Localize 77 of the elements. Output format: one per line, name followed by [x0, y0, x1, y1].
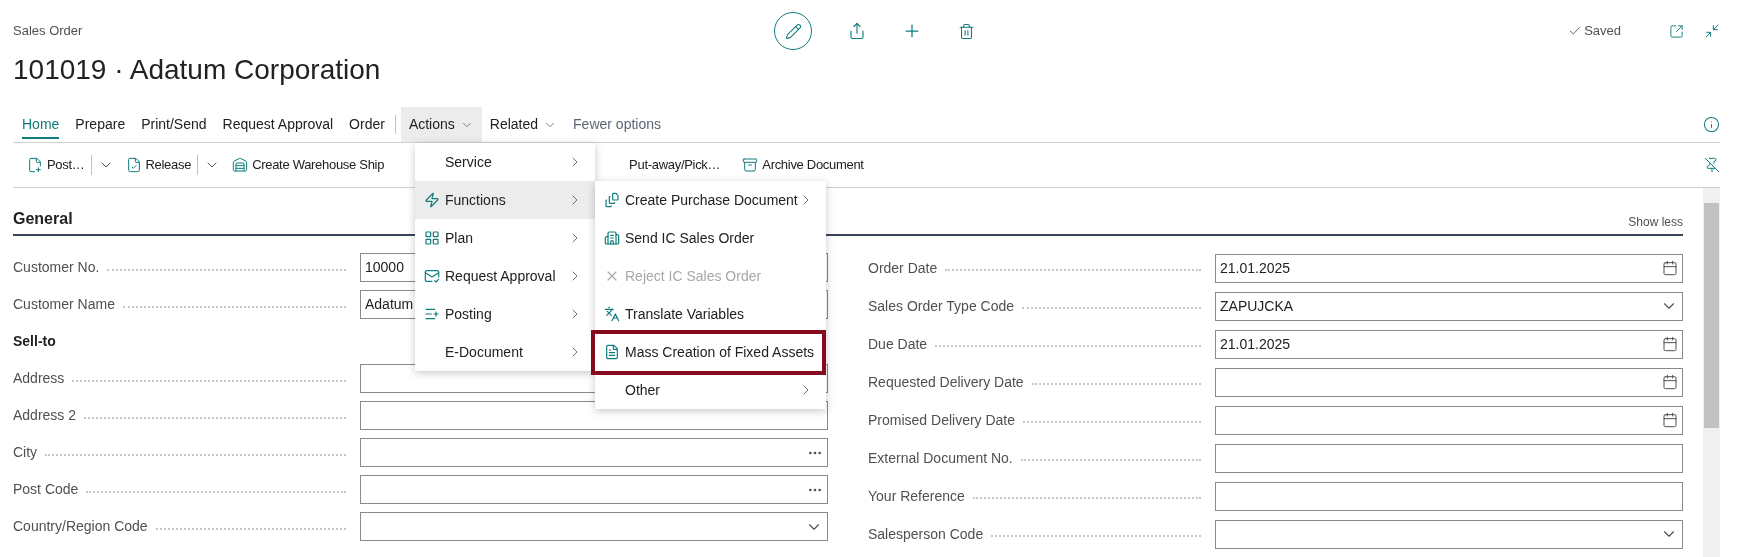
grid-icon	[424, 230, 440, 246]
calendar-icon[interactable]	[1662, 336, 1678, 352]
menu-item[interactable]: Plan	[415, 219, 595, 257]
input-field[interactable]	[1215, 519, 1683, 549]
field-label: Order Date	[868, 258, 939, 278]
input-field[interactable]	[360, 438, 828, 467]
pencil-icon	[784, 22, 802, 40]
toolbar-button[interactable]: Put-away/Pick…	[629, 155, 721, 175]
section-title: General	[13, 209, 73, 229]
share-icon[interactable]	[848, 22, 866, 40]
input-field[interactable]: ZAPUJCKA	[1215, 291, 1683, 321]
unpin-icon[interactable]	[1704, 157, 1720, 173]
warehouse-icon	[232, 157, 249, 173]
menu-item[interactable]: Service	[415, 143, 595, 181]
field-label: Requested Delivery Date	[868, 372, 1025, 392]
lightning-icon	[424, 192, 440, 208]
document-stack-icon	[604, 192, 620, 208]
nav-menu[interactable]: Related	[481, 107, 566, 142]
save-status: Saved	[1584, 22, 1621, 41]
input-field[interactable]	[1215, 367, 1683, 397]
menu-item[interactable]: Request Approval	[415, 257, 595, 295]
fewer-options-link[interactable]: Fewer options	[565, 107, 669, 142]
nav-tab[interactable]: Home	[22, 112, 60, 139]
field-label: City	[13, 443, 39, 462]
document-plus-icon	[27, 157, 43, 173]
field-label: Country/Region Code	[13, 517, 149, 536]
field-label: Address	[13, 369, 66, 388]
field-label: Your Reference	[868, 486, 966, 506]
document-icon	[604, 344, 620, 360]
document-check-icon	[125, 157, 142, 173]
nav-tab[interactable]: Prepare	[75, 107, 126, 142]
field-label: Sales Order Type Code	[868, 296, 1016, 316]
show-less-link[interactable]: Show less	[1628, 213, 1683, 231]
input-field[interactable]	[1215, 443, 1683, 473]
field-label: Customer Name	[13, 295, 116, 314]
toolbar-button[interactable]: Release	[125, 155, 192, 175]
menu-item[interactable]: Create Purchase Document	[595, 181, 826, 219]
calendar-icon[interactable]	[1662, 260, 1678, 276]
delete-icon[interactable]	[958, 22, 975, 40]
input-field[interactable]	[1215, 481, 1683, 511]
field-label: Due Date	[868, 334, 929, 354]
menu-item[interactable]: Functions	[415, 181, 595, 219]
nav-tab[interactable]: Order	[349, 107, 385, 142]
archive-icon	[742, 157, 759, 173]
menu-item[interactable]: Mass Creation of Fixed Assets	[591, 329, 826, 375]
mail-check-icon	[424, 268, 440, 284]
scrollbar[interactable]	[1703, 188, 1720, 557]
building-icon	[604, 230, 620, 246]
input-field[interactable]	[360, 512, 828, 541]
nav-tab[interactable]: Print/Send	[141, 107, 207, 142]
input-field[interactable]	[360, 475, 828, 504]
field-label: External Document No.	[868, 448, 1014, 468]
subsection-heading: Sell-to	[13, 332, 56, 351]
menu-item[interactable]: Send IC Sales Order	[595, 219, 826, 257]
translate-icon	[604, 306, 620, 322]
nav-menu[interactable]: Actions	[400, 107, 482, 142]
input-field[interactable]: 21.01.2025	[1215, 329, 1683, 359]
calendar-icon[interactable]	[1662, 374, 1678, 390]
field-label: Promised Delivery Date	[868, 410, 1017, 430]
input-field[interactable]	[1215, 405, 1683, 435]
field-label: Customer No.	[13, 258, 101, 277]
open-new-window-icon[interactable]	[1669, 23, 1684, 39]
page-title: 101019 · Adatum Corporation	[13, 53, 381, 87]
info-icon[interactable]	[1703, 116, 1720, 133]
field-label: Address 2	[13, 406, 78, 425]
page-caption: Sales Order	[13, 22, 83, 41]
toolbar-button[interactable]: Create Warehouse Ship	[232, 155, 385, 175]
field-label: Post Code	[13, 480, 80, 499]
collapse-icon[interactable]	[1704, 23, 1720, 39]
list-plus-icon	[424, 306, 440, 322]
check-icon	[1568, 24, 1583, 38]
field-label: Salesperson Code	[868, 524, 985, 544]
input-field[interactable]: 21.01.2025	[1215, 253, 1683, 283]
toolbar-button[interactable]: Archive Document	[742, 155, 864, 175]
toolbar-button[interactable]: Post…	[27, 155, 85, 175]
nav-tab[interactable]: Request Approval	[222, 107, 334, 142]
calendar-icon[interactable]	[1662, 412, 1678, 428]
